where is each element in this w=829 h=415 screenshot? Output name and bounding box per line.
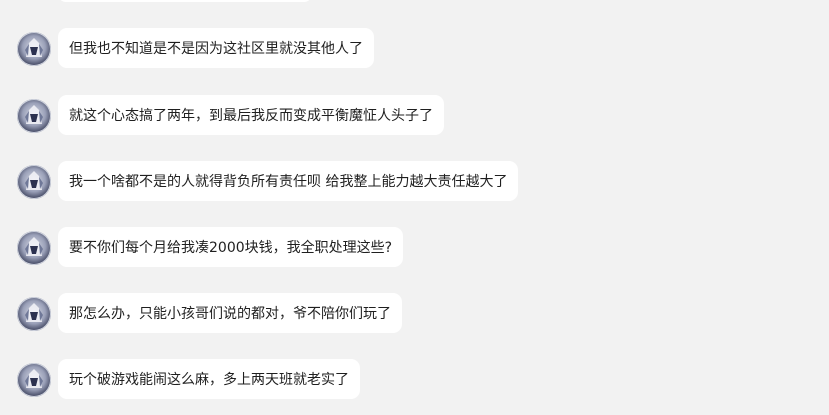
character-avatar-icon [25,171,43,190]
character-avatar-icon [25,237,43,256]
avatar[interactable] [17,32,51,66]
character-avatar-icon [25,38,43,57]
avatar[interactable] [17,99,51,133]
character-avatar-icon [25,105,43,124]
message-bubble[interactable]: 但我也不知道是不是因为这社区里就没其他人了 [58,28,374,68]
partial-message-bubble[interactable] [58,0,312,2]
message-bubble[interactable]: 要不你们每个月给我凑2000块钱，我全职处理这些? [58,227,404,267]
character-avatar-icon [25,369,43,388]
message-bubble[interactable]: 那怎么办，只能小孩哥们说的都对，爷不陪你们玩了 [58,293,402,333]
chat-message-list: 但我也不知道是不是因为这社区里就没其他人了 就这个心态搞了两年，到最后我反而变成… [0,0,829,415]
character-avatar-icon [25,303,43,322]
avatar[interactable] [17,165,51,199]
message-bubble[interactable]: 玩个破游戏能闹这么麻，多上两天班就老实了 [58,359,360,399]
avatar[interactable] [17,231,51,265]
avatar[interactable] [17,363,51,397]
message-bubble[interactable]: 就这个心态搞了两年，到最后我反而变成平衡魔怔人头子了 [58,95,444,135]
message-bubble[interactable]: 我一个啥都不是的人就得背负所有责任呗 给我整上能力越大责任越大了 [58,161,519,201]
avatar[interactable] [17,297,51,331]
